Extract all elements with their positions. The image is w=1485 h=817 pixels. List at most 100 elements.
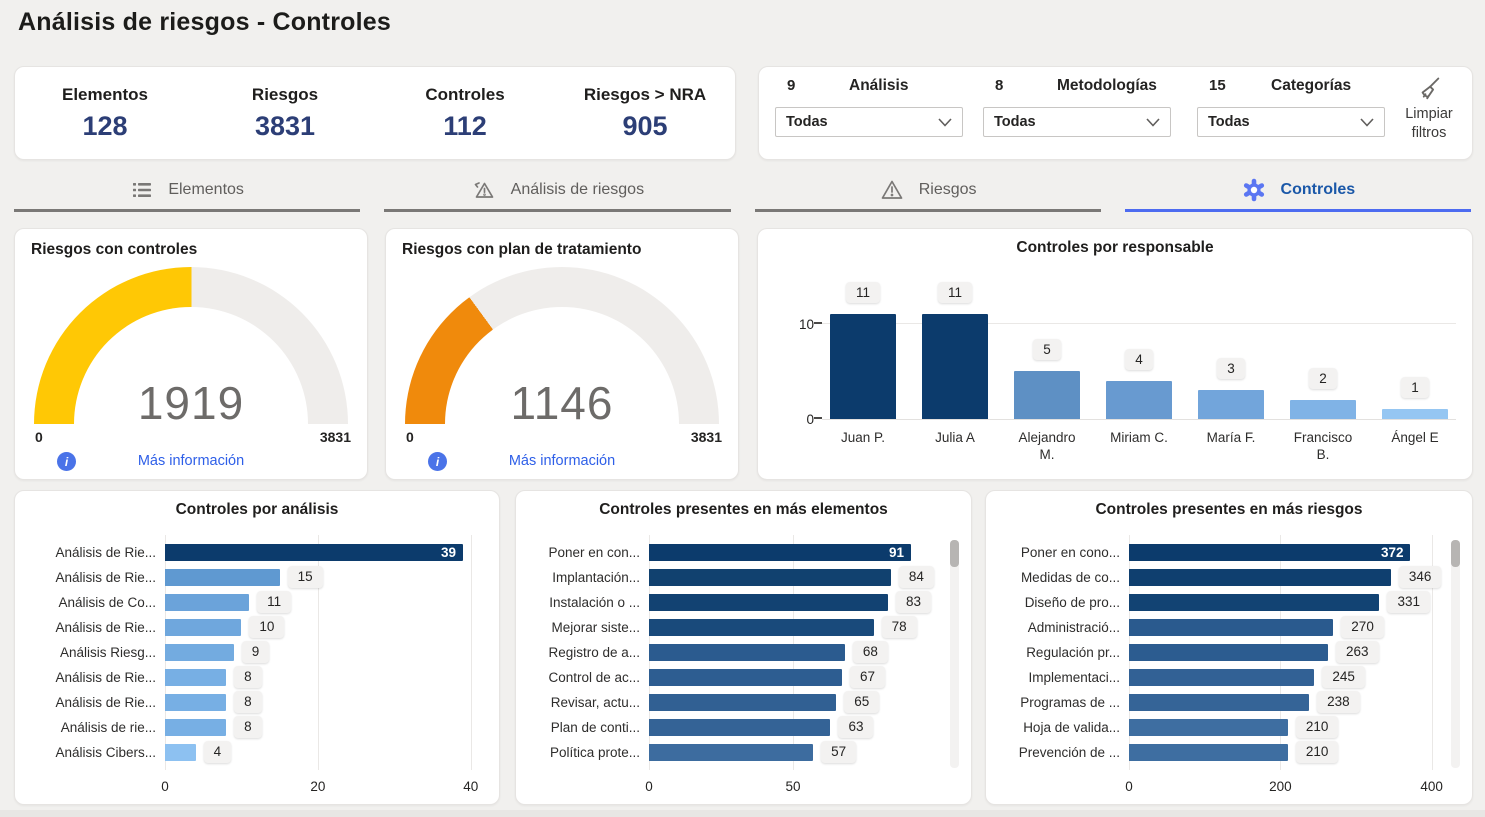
- bar-Prevención de ...[interactable]: [1129, 744, 1288, 761]
- bar-Análisis de Rie...[interactable]: [165, 694, 226, 711]
- data-label: 5: [1033, 339, 1061, 360]
- bar-rows: Análisis de Rie... 39 Análisis de Rie... 15…: [25, 535, 489, 765]
- bar-Alejandro M.[interactable]: [1014, 371, 1080, 419]
- bar-Medidas de co...[interactable]: [1129, 569, 1391, 586]
- bar-track: 91: [649, 540, 937, 565]
- kpi-value: 112: [443, 111, 487, 142]
- more-info-link[interactable]: Más información: [15, 453, 367, 469]
- category-label: Análisis Riesg...: [25, 645, 165, 660]
- bar-Francisco B.[interactable]: [1290, 400, 1356, 419]
- bar-row: Instalación o ...83: [526, 590, 961, 615]
- bar-track: 245: [1129, 665, 1440, 690]
- bar-Diseño de pro...[interactable]: [1129, 594, 1379, 611]
- bar-track: 78: [649, 615, 937, 640]
- category-label: Revisar, actu...: [526, 695, 649, 710]
- bar-Administració...[interactable]: [1129, 619, 1333, 636]
- bar-row: Prevención de ...210: [996, 740, 1462, 765]
- bar-Análisis de Rie...[interactable]: 39: [165, 544, 463, 561]
- analisis-dropdown[interactable]: Todas: [775, 107, 963, 137]
- category-label: Mejorar siste...: [526, 620, 649, 635]
- bar-Análisis de Rie...[interactable]: [165, 569, 280, 586]
- data-label: 39: [165, 544, 463, 561]
- bar-Análisis de Rie...[interactable]: [165, 669, 226, 686]
- bar-Mejorar siste...[interactable]: [649, 619, 874, 636]
- bar-Instalación o ...[interactable]: [649, 594, 888, 611]
- bar-Juan P.[interactable]: [830, 314, 896, 419]
- bar-Control de ac...[interactable]: [649, 669, 842, 686]
- bar-Programas de ...[interactable]: [1129, 694, 1309, 711]
- categorias-dropdown[interactable]: Todas: [1197, 107, 1385, 137]
- bar-Julia A[interactable]: [922, 314, 988, 419]
- dropdown-value: Todas: [994, 114, 1036, 130]
- bar-Análisis Cibers...[interactable]: [165, 744, 196, 761]
- bar-Miriam C.[interactable]: [1106, 381, 1172, 419]
- category-label: Control de ac...: [526, 670, 649, 685]
- tab-riesgos[interactable]: Riesgos: [755, 170, 1101, 212]
- data-label: 8: [234, 691, 262, 713]
- filter-group-metodologias: 8 Metodologías Todas: [983, 77, 1171, 99]
- bar-row: Registro de a...68: [526, 640, 961, 665]
- category-label: Análisis de Rie...: [25, 695, 165, 710]
- x-axis-tick-label: 40: [463, 779, 478, 794]
- category-label: Poner en con...: [526, 545, 649, 560]
- filter-count: 9: [775, 77, 831, 94]
- data-label: 270: [1341, 616, 1384, 638]
- warning-triangle-icon: [879, 177, 905, 203]
- chart-title: Controles presentes en más elementos: [516, 501, 971, 519]
- bar-María F.[interactable]: [1198, 390, 1264, 419]
- data-label: 210: [1296, 716, 1339, 738]
- bar-track: 210: [1129, 715, 1440, 740]
- bar-Poner en con...[interactable]: 91: [649, 544, 911, 561]
- bar-Implementaci...[interactable]: [1129, 669, 1314, 686]
- category-label: Análisis de Rie...: [25, 620, 165, 635]
- bar-Política prote...[interactable]: [649, 744, 813, 761]
- dropdown-value: Todas: [786, 114, 828, 130]
- tab-elementos[interactable]: Elementos: [14, 170, 360, 212]
- chart-title: Riesgos con plan de tratamiento: [402, 241, 641, 259]
- more-info-link[interactable]: Más información: [386, 453, 738, 469]
- gauge-card-riesgos-con-plan: Riesgos con plan de tratamiento 1146 0 3…: [385, 228, 739, 480]
- column: 5: [1014, 339, 1080, 419]
- kpi-summary-card: Elementos 128 Riesgos 3831 Controles 112…: [14, 66, 736, 160]
- bar-Análisis de Co...[interactable]: [165, 594, 249, 611]
- x-axis-tick-label: 0: [645, 779, 653, 794]
- horizontal-scrollbar-track[interactable]: [0, 810, 1485, 817]
- gauge-min-label: 0: [406, 429, 414, 445]
- column: 11: [830, 282, 896, 419]
- metodologias-dropdown[interactable]: Todas: [983, 107, 1171, 137]
- bar-track: 270: [1129, 615, 1440, 640]
- tab-analisis-de-riesgos[interactable]: Análisis de riesgos: [384, 170, 730, 212]
- clear-filters-button[interactable]: Limpiar filtros: [1394, 75, 1464, 151]
- bar-Poner en cono...[interactable]: 372: [1129, 544, 1410, 561]
- bar-Ángel E[interactable]: [1382, 409, 1448, 419]
- bar-Hoja de valida...[interactable]: [1129, 719, 1288, 736]
- bar-Análisis Riesg...[interactable]: [165, 644, 234, 661]
- bar-Revisar, actu...[interactable]: [649, 694, 836, 711]
- x-axis-category-label: Juan P.: [830, 429, 896, 463]
- bar-Análisis de Rie...[interactable]: [165, 619, 241, 636]
- chart-title: Controles por análisis: [15, 501, 499, 519]
- chart-title: Riesgos con controles: [31, 241, 197, 259]
- kpi-label: Riesgos > NRA: [584, 85, 706, 105]
- bar-Regulación pr...[interactable]: [1129, 644, 1328, 661]
- x-axis-tick-label: 0: [1125, 779, 1133, 794]
- tab-controles[interactable]: Controles: [1125, 170, 1471, 212]
- filter-card: 9 Análisis Todas 8 Metodologías Todas 15…: [758, 66, 1473, 160]
- bar-Análisis de rie...[interactable]: [165, 719, 226, 736]
- category-label: Registro de a...: [526, 645, 649, 660]
- bar-track: 346: [1129, 565, 1440, 590]
- bar-Plan de conti...[interactable]: [649, 719, 830, 736]
- category-label: Análisis de Co...: [25, 595, 165, 610]
- kpi-value: 905: [622, 111, 667, 142]
- bar-Registro de a...[interactable]: [649, 644, 845, 661]
- bar-track: 84: [649, 565, 937, 590]
- bar-track: 15: [165, 565, 473, 590]
- bar-track: 11: [165, 590, 473, 615]
- category-label: Análisis Cibers...: [25, 745, 165, 760]
- filter-label: Categorías: [1271, 77, 1351, 95]
- bar-row: Administració...270: [996, 615, 1462, 640]
- bar-Implantación...[interactable]: [649, 569, 891, 586]
- category-label: Instalación o ...: [526, 595, 649, 610]
- x-axis-category-label: Ángel E: [1382, 429, 1448, 463]
- bar-track: 67: [649, 665, 937, 690]
